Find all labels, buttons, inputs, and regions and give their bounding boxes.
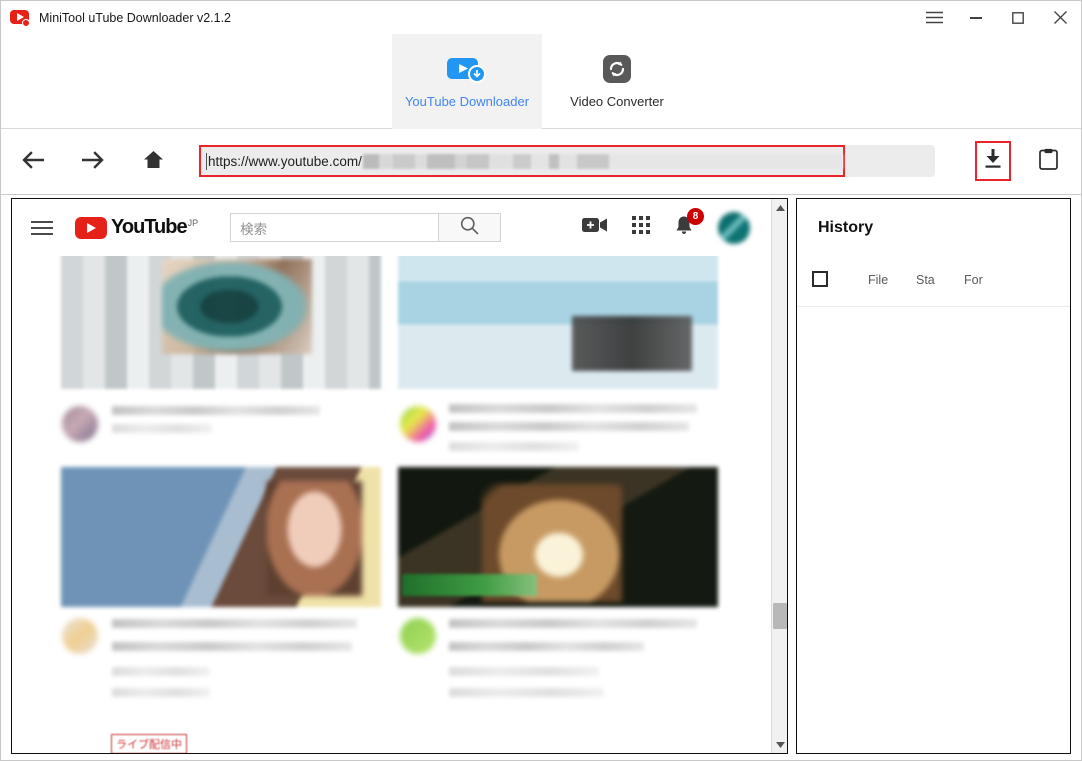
close-button[interactable]	[1039, 1, 1081, 34]
paste-button[interactable]	[1031, 144, 1065, 178]
video-title-line	[112, 406, 320, 415]
url-text: https://www.youtube.com/	[208, 153, 362, 169]
window-title: MiniTool uTube Downloader v2.1.2	[39, 10, 232, 25]
tab-youtube-downloader-label: YouTube Downloader	[404, 94, 530, 109]
video-title-line	[112, 619, 357, 628]
video-thumbnail-overlay	[572, 316, 692, 371]
video-title-line	[449, 404, 697, 413]
channel-avatar[interactable]	[62, 618, 98, 654]
live-badge: ライブ配信中	[111, 734, 187, 753]
convert-refresh-icon	[602, 54, 632, 84]
browser-vertical-scrollbar[interactable]	[771, 199, 787, 753]
history-panel: History File Sta For	[796, 198, 1071, 754]
channel-avatar[interactable]	[62, 406, 98, 442]
maximize-button[interactable]	[997, 1, 1039, 34]
notification-badge: 8	[687, 207, 704, 225]
embedded-browser-pane: YouTube JP 検索 8 ライブ配信中	[11, 198, 788, 754]
app-youtube-download-icon	[10, 8, 30, 27]
app-window: MiniTool uTube Downloader v2.1.2 YouTube…	[0, 0, 1082, 761]
window-bottom-strip	[1, 754, 1081, 760]
create-video-icon[interactable]	[582, 216, 608, 239]
avatar[interactable]	[718, 211, 750, 244]
back-button[interactable]	[11, 142, 55, 182]
url-redacted-portion	[362, 153, 843, 169]
minimize-button[interactable]	[955, 1, 997, 34]
main-tab-strip: YouTube Downloader Video Converter	[1, 34, 1081, 129]
history-table-header: File Sta For	[797, 261, 1070, 307]
notifications-bell-icon[interactable]: 8	[674, 207, 704, 241]
home-button[interactable]	[131, 142, 175, 182]
video-title-line	[449, 642, 644, 651]
select-all-checkbox[interactable]	[812, 271, 828, 287]
channel-avatar[interactable]	[400, 406, 436, 442]
column-header-status[interactable]: Sta	[916, 273, 942, 287]
video-title-line	[112, 424, 212, 433]
scrollbar-thumb[interactable]	[773, 603, 787, 629]
search-icon	[460, 216, 479, 240]
tab-video-converter[interactable]: Video Converter	[542, 34, 692, 129]
video-meta-line	[449, 688, 604, 697]
youtube-wordmark: YouTube	[111, 215, 188, 238]
video-title-line	[112, 642, 352, 651]
hamburger-icon[interactable]	[31, 217, 53, 239]
arrow-right-icon	[81, 150, 104, 174]
history-title: History	[818, 219, 874, 236]
video-meta-line	[112, 667, 210, 676]
youtube-country-code: JP	[187, 217, 199, 228]
column-header-file[interactable]: File	[868, 273, 894, 287]
video-meta-line	[449, 667, 599, 676]
window-controls	[913, 1, 1081, 34]
video-thumbnail-overlay	[162, 259, 312, 354]
menu-button[interactable]	[913, 1, 955, 34]
clipboard-icon	[1038, 148, 1058, 175]
video-thumbnail-face	[267, 481, 362, 596]
arrow-left-icon	[22, 150, 45, 174]
youtube-play-icon	[75, 216, 107, 239]
youtube-header-actions: 8	[582, 199, 750, 256]
video-title-line	[449, 422, 689, 431]
apps-grid-icon[interactable]	[632, 216, 650, 239]
title-bar: MiniTool uTube Downloader v2.1.2	[1, 1, 1081, 34]
url-input[interactable]: https://www.youtube.com/	[199, 145, 845, 177]
video-download-icon	[447, 54, 487, 84]
chevron-down-icon[interactable]	[772, 736, 787, 753]
channel-avatar[interactable]	[400, 618, 436, 654]
youtube-logo[interactable]: YouTube JP	[75, 215, 199, 239]
youtube-header: YouTube JP 検索 8	[12, 199, 772, 256]
tab-youtube-downloader[interactable]: YouTube Downloader	[392, 34, 542, 129]
forward-button[interactable]	[71, 142, 115, 182]
youtube-search: 検索	[230, 213, 502, 242]
search-button[interactable]	[439, 213, 502, 242]
tab-video-converter-label: Video Converter	[570, 94, 664, 109]
video-meta-line	[112, 688, 210, 697]
search-input[interactable]: 検索	[230, 213, 440, 242]
text-caret	[206, 152, 207, 170]
video-thumbnail-banner	[402, 574, 537, 596]
column-header-format[interactable]: For	[964, 273, 990, 287]
youtube-video-grid: ライブ配信中	[12, 246, 772, 753]
home-icon	[143, 150, 164, 174]
chevron-up-icon[interactable]	[772, 199, 787, 216]
download-button[interactable]	[975, 141, 1011, 181]
video-meta-line	[449, 442, 579, 451]
download-icon	[983, 148, 1003, 174]
video-title-line	[449, 619, 697, 628]
